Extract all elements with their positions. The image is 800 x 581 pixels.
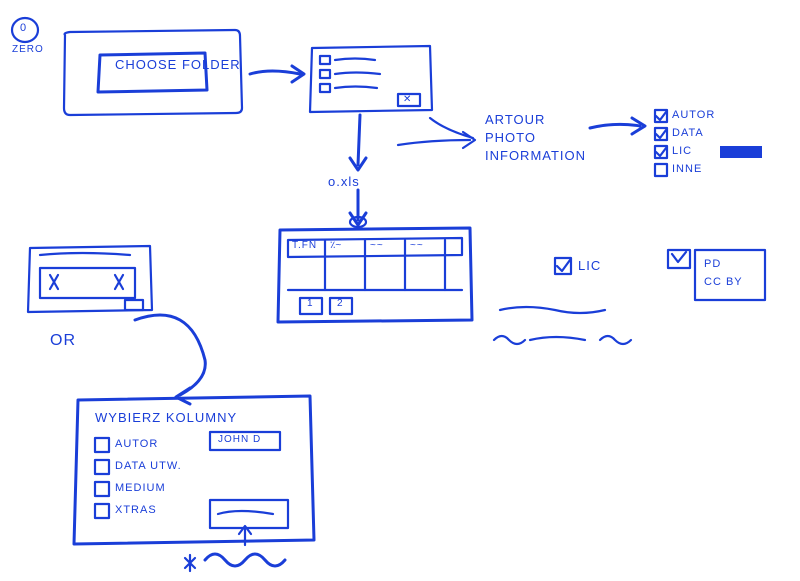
spreadsheet-col-scribble-3: ~~ (410, 240, 424, 251)
lic-opt-1[interactable]: PD (704, 258, 721, 270)
lic-checkbox-label[interactable]: LIC (578, 258, 601, 273)
column-dialog-row-3[interactable]: XTRAS (115, 504, 157, 516)
checklist-item-0[interactable]: AUTOR (672, 109, 715, 121)
or-label: OR (50, 332, 76, 350)
arrow-2 (358, 115, 360, 165)
checklist-item-1[interactable]: DATA (672, 127, 704, 139)
column-dialog-example: JOHN D (218, 434, 261, 445)
lic-opt-2[interactable]: CC BY (704, 276, 743, 288)
column-dialog-row-2[interactable]: MEDIUM (115, 482, 166, 494)
photo-info-line3: INFORMATION (485, 148, 586, 163)
checklist-item-3[interactable]: INNE (672, 163, 702, 175)
spreadsheet-col-scribble-1: ٪~ (330, 240, 341, 251)
column-dialog-row-0[interactable]: AUTOR (115, 438, 158, 450)
arrow-4 (590, 124, 640, 128)
photo-info-line1: ARTOUR (485, 112, 545, 127)
arrow-3 (398, 118, 473, 145)
pager-1[interactable]: 1 (307, 298, 314, 309)
thumb-card (28, 246, 152, 312)
whiteboard-sketch: 0 ZERO CHOOSE FOLDER ✕ o.xls ARTOUR PHOT… (0, 0, 800, 581)
file-list-ok[interactable]: ✕ (403, 94, 412, 105)
step-zero-word: ZERO (12, 44, 44, 55)
choose-folder-window (64, 30, 242, 115)
arrow-6 (135, 315, 205, 395)
xls-label: o.xls (328, 174, 360, 189)
step-zero-digit: 0 (20, 22, 27, 34)
choose-folder-label: CHOOSE FOLDER (115, 58, 195, 72)
photo-info-line2: PHOTO (485, 130, 536, 145)
checklist-item-2[interactable]: LIC (672, 145, 692, 157)
column-dialog-title: WYBIERZ KOLUMNY (95, 410, 237, 425)
pager-2[interactable]: 2 (337, 298, 344, 309)
column-dialog-row-1[interactable]: DATA UTW. (115, 460, 182, 472)
spreadsheet-col-scribble-2: ~~ (370, 240, 384, 251)
spreadsheet-col1: T.FN (292, 240, 317, 251)
choose-folder-button[interactable]: CHOOSE FOLDER (115, 58, 195, 72)
arrow-1 (250, 71, 300, 74)
